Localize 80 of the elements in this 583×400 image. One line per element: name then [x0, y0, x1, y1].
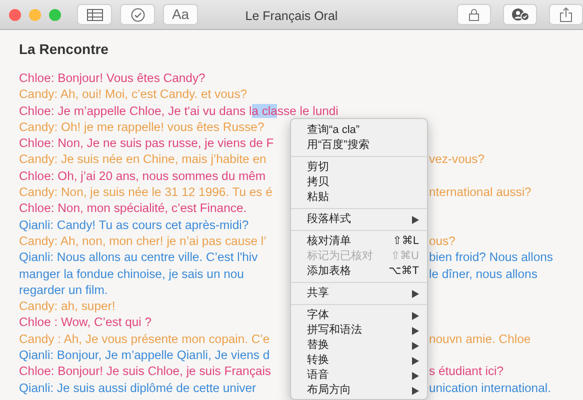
- text-line: Chloe: Non, mon spécialité, c’est Finance.: [19, 201, 247, 216]
- table-icon: [86, 8, 102, 20]
- menu-item-label: 添加表格: [307, 264, 351, 279]
- text-line: bien froid? Nous allons: [429, 249, 553, 266]
- menu-item[interactable]: 添加表格 ⌥⌘T: [291, 264, 427, 279]
- menu-item[interactable]: 粘贴: [291, 190, 427, 205]
- text-line: manger la fondue chinoise, je sais un nou: [19, 266, 244, 281]
- menu-item[interactable]: 转换: [291, 353, 427, 368]
- text-line: nouvn amie. Chloe: [429, 330, 531, 348]
- text-line: Candy: ah, super!: [19, 299, 116, 314]
- text-line: sse le lundi: [277, 104, 338, 118]
- menu-item[interactable]: 字体: [291, 308, 427, 323]
- text-line: le dîner, nous allons: [429, 266, 538, 282]
- menu-item-label: 核对清单: [307, 234, 351, 249]
- menu-item-label: 标记为已核对: [307, 249, 373, 264]
- text-line: regarder un film.: [19, 282, 108, 297]
- menu-item[interactable]: 布局方向: [291, 383, 427, 398]
- shortcut-label: ⌥⌘T: [388, 264, 419, 279]
- text-line: s étudiant ici?: [429, 363, 504, 380]
- menu-item-label: 转换: [307, 353, 329, 368]
- menu-item-label: 粘贴: [307, 190, 329, 205]
- menu-item[interactable]: 拼写和语法: [291, 323, 427, 338]
- menu-item-label: 字体: [307, 308, 329, 323]
- selected-text: a cla: [252, 104, 278, 118]
- lock-icon: [469, 8, 479, 21]
- toolbar-button[interactable]: [503, 4, 537, 25]
- text-format-button[interactable]: Aa: [163, 4, 198, 25]
- text-line: vez-vous?: [429, 151, 485, 168]
- menu-item-label: 段落样式: [307, 212, 351, 227]
- menu-item-label: 共享: [307, 286, 329, 301]
- menu-item-label: 用“百度”搜索: [307, 138, 370, 153]
- menu-item-label: 剪切: [307, 160, 329, 175]
- toolbar-button[interactable]: [120, 4, 155, 25]
- submenu-arrow-icon: [412, 216, 419, 224]
- checkmark-circle-icon: [130, 8, 144, 22]
- menu-item[interactable]: 剪切: [291, 160, 427, 175]
- text-line: Candy: Ah, oui! Moi, c’est Candy. et vous?: [19, 87, 248, 102]
- menu-item[interactable]: 语音: [291, 368, 427, 383]
- menu-item-label: 语音: [307, 368, 329, 383]
- text-line: Qianli: Candy! Tu as cours cet après-midi?: [19, 218, 249, 232]
- text-line: Chloe: Non, Je ne suis pas russe, je viens de F: [19, 136, 274, 150]
- text-line: unication international.: [429, 380, 551, 396]
- menu-item-label: 拷贝: [307, 175, 329, 190]
- toolbar-button[interactable]: [549, 4, 583, 25]
- share-icon: [560, 7, 572, 22]
- menu-item[interactable]: 共享: [291, 286, 427, 301]
- close-button[interactable]: [9, 8, 21, 20]
- menu-item[interactable]: 段落样式: [291, 212, 427, 227]
- menu-item-label: 布局方向: [307, 383, 351, 398]
- person-check-icon: [510, 8, 530, 21]
- text-line: Candy: Non, je suis née le 31 12 1996. Tu es é: [19, 185, 272, 200]
- text-line: Chloe : Wow, C’est qui ?: [19, 315, 152, 330]
- text-line: Candy: Ah, non, mon cher! je n’ai pas cause l’: [19, 234, 266, 248]
- menu-item-label: 查询“a cla”: [307, 123, 360, 138]
- text-line: Qianli: Nous allons au centre ville. C’est l'hiv: [19, 250, 258, 264]
- shortcut-label: ⇧⌘L: [392, 234, 419, 249]
- text-line: Candy: Oh! je me rappelle! vous êtes Russe?: [19, 120, 264, 134]
- submenu-arrow-icon: [412, 290, 419, 298]
- menu-item[interactable]: 拷贝: [291, 175, 427, 190]
- menu-item[interactable]: 用“百度”搜索: [291, 138, 427, 153]
- menu-item[interactable]: 查询“a cla”: [291, 123, 427, 138]
- shortcut-label: ⇧⌘U: [390, 249, 419, 264]
- text-line: Qianli: Je suis aussi diplômé de cette univer: [19, 380, 256, 395]
- menu-item-label: 拼写和语法: [307, 323, 362, 338]
- text-line: Chloe: Oh, j’ai 20 ans, nous sommes du mêm: [19, 168, 266, 183]
- toolbar-button[interactable]: [457, 4, 491, 25]
- text-line: Candy : Ah, Je vous présente mon copain. C’e: [19, 332, 270, 346]
- text-line: Chloe: Je m’appelle Chloe, Je t'ai vu dans l: [19, 104, 252, 118]
- text-line: Qianli: Bonjour, Je m’appelle Qianli, Je viens d: [19, 348, 270, 362]
- menu-item-label: 替换: [307, 338, 329, 353]
- menu-item[interactable]: 核对清单 ⇧⌘L: [291, 234, 427, 249]
- window-title: Le Français Oral: [244, 8, 339, 25]
- note-title: La Rencontre: [19, 40, 110, 59]
- toolbar-button[interactable]: [77, 4, 112, 25]
- text-line: Chloe: Bonjour! Vous êtes Candy?: [19, 71, 206, 85]
- text-line: Candy: Je suis née en Chine, mais j’habite en: [19, 152, 266, 166]
- menu-item[interactable]: 替换: [291, 338, 427, 353]
- text-line: Chloe: Bonjour! Je suis Chloe, je suis Français: [19, 364, 271, 378]
- text-line: ous?: [429, 232, 456, 250]
- text-line: nternational aussi?: [429, 184, 532, 200]
